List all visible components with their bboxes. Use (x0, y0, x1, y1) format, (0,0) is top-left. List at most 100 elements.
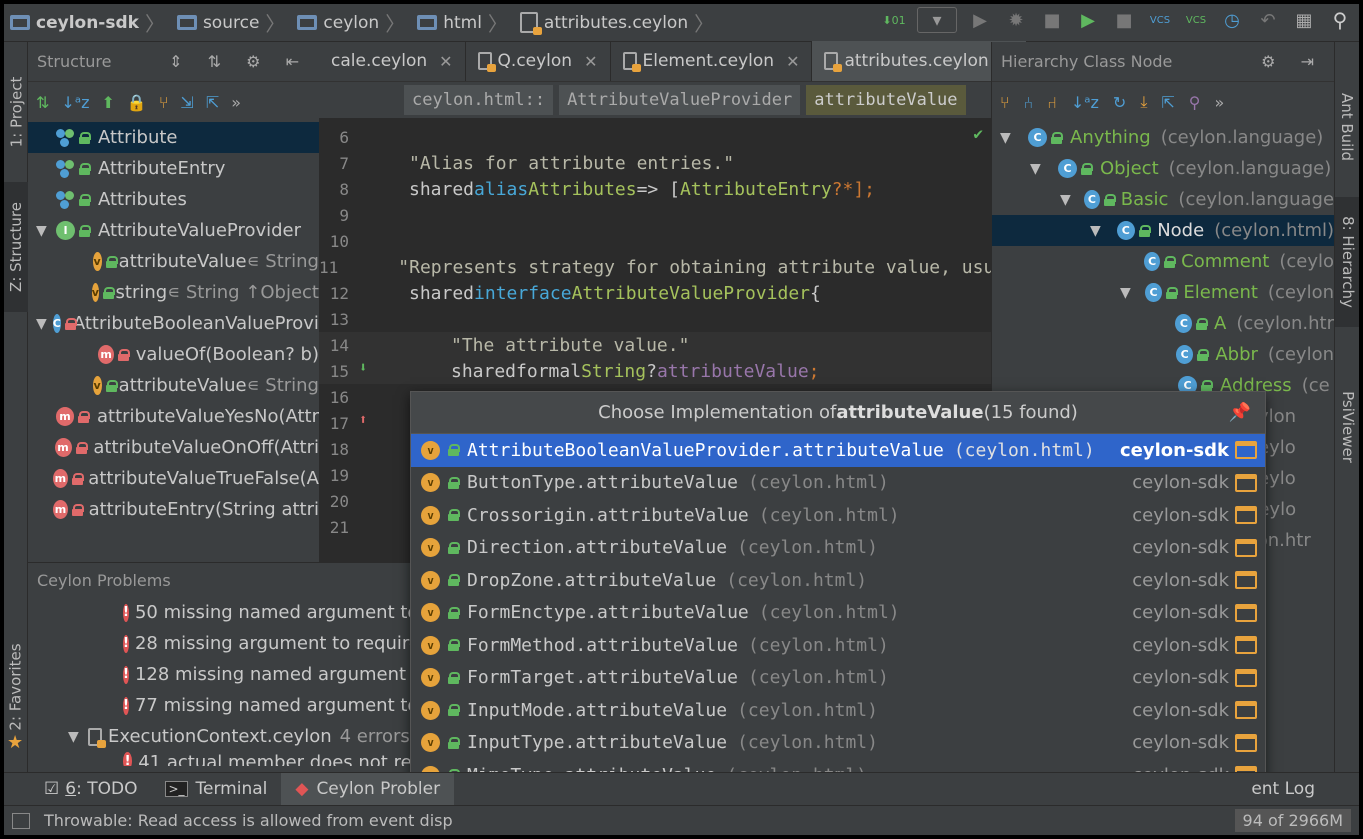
breadcrumb-member[interactable]: attributeValue (806, 85, 966, 115)
crumb-project[interactable]: ceylon-sdk 〉 (10, 8, 171, 37)
problem-item[interactable]: ! 50 missing named argument to (123, 597, 418, 628)
subtypes-icon[interactable]: ⑁ (1047, 93, 1057, 112)
expand-arrow-icon[interactable]: ▼ (36, 316, 47, 332)
structure-node[interactable]: ▼ C AttributeBooleanValueProvider (28, 308, 349, 339)
implemented-gutter-icon[interactable]: ⬇ (359, 360, 367, 376)
structure-node[interactable]: v attributeValue ∊ String (28, 370, 319, 401)
expand-arrow-icon[interactable]: ▼ (1030, 161, 1052, 177)
structure-node[interactable]: ▼ I AttributeValueProvider (28, 215, 319, 246)
structure-node[interactable]: Attributes (28, 184, 319, 215)
implementation-item[interactable]: v DropZone.attributeValue (ceylon.html) cey… (411, 564, 1265, 597)
refresh-icon[interactable]: ↻ (1113, 93, 1126, 112)
problem-file-node[interactable]: ▼ ExecutionContext.ceylon 4 errors (28, 721, 418, 752)
implementation-item[interactable]: v InputType.attributeValue (ceylon.html) ce… (411, 727, 1265, 760)
todo-tool-tab[interactable]: ☑ 6: TODO (4, 773, 151, 806)
structure-node[interactable]: m attributeValueOnOff(Attri (28, 432, 319, 463)
hierarchy-icon[interactable]: ⑂ (159, 93, 169, 112)
vcs-history-icon[interactable]: ◷ (1219, 7, 1245, 33)
expand-arrow-icon[interactable]: ▼ (1060, 192, 1078, 208)
more-icon[interactable]: » (231, 93, 241, 112)
stop-icon[interactable]: ■ (1039, 7, 1065, 33)
favorites-tool-tab[interactable]: 2: Favorites (4, 632, 28, 742)
expand-arrow-icon[interactable]: ▼ (1120, 285, 1139, 301)
problem-item[interactable]: ! 77 missing named argument to (123, 690, 418, 721)
implementation-item[interactable]: v FormEnctype.attributeValue (ceylon.html)… (411, 597, 1265, 630)
structure-node[interactable]: AttributeEntry (28, 153, 319, 184)
implementation-item[interactable]: v AttributeBooleanValueProvider.attribute… (411, 434, 1265, 467)
tab-q[interactable]: Q.ceylon ✕ (466, 41, 611, 81)
implementation-item[interactable]: v FormTarget.attributeValue (ceylon.html) c… (411, 662, 1265, 695)
crumb-ceylon[interactable]: ceylon 〉 (297, 8, 411, 37)
hierarchy-tool-tab[interactable]: 8: Hierarchy (1335, 197, 1359, 327)
hierarchy-node[interactable]: C Abbr (ceylon (992, 339, 1334, 370)
crumb-source[interactable]: source 〉 (176, 8, 291, 37)
close-icon[interactable]: ✕ (439, 52, 452, 71)
vcs-commit-icon[interactable]: VCS (1183, 7, 1209, 33)
panel-settings-icons[interactable]: ⇕ ⇅ ⚙ ⇤ (169, 52, 309, 71)
close-icon[interactable]: ✕ (584, 52, 597, 71)
structure-node[interactable]: m attributeEntry(String attri (28, 494, 319, 525)
project-tool-tab[interactable]: 1: Project (4, 62, 28, 162)
problem-item[interactable]: ! 41 actual member does not ref (28, 752, 418, 766)
expand-arrow-icon[interactable]: ▼ (1000, 130, 1022, 146)
breadcrumb-interface[interactable]: AttributeValueProvider (559, 85, 801, 115)
class-hierarchy-icon[interactable]: ⑂ (1000, 93, 1010, 112)
pin-icon[interactable]: 📌 (1229, 402, 1251, 423)
export-icon[interactable]: ⤓ (1140, 92, 1147, 112)
breadcrumb-module[interactable]: ceylon.html:: (404, 85, 554, 115)
crumb-html[interactable]: html 〉 (417, 8, 514, 37)
structure-node[interactable]: m attributeValueYesNo(Attr (28, 401, 319, 432)
pin-icon[interactable]: ⚲ (1189, 93, 1201, 112)
coverage-icon[interactable]: ▶ (1075, 7, 1101, 33)
crumb-file[interactable]: attributes.ceylon 〉 (519, 8, 720, 37)
expand-arrow-icon[interactable]: ▼ (68, 729, 82, 745)
tab-element[interactable]: Element.ceylon ✕ (611, 41, 813, 81)
structure-node[interactable]: m attributeValueTrueFalse(A (28, 463, 319, 494)
expand-arrow-icon[interactable]: ▼ (36, 223, 50, 239)
sort-alpha-icon[interactable]: ↓ᵃz (1071, 93, 1099, 112)
ceylon-problems-tool-tab[interactable]: ◆ Ceylon Probler (281, 772, 455, 806)
hierarchy-node[interactable]: C A (ceylon.htr (992, 308, 1334, 339)
vcs-update-icon[interactable]: VCS (1147, 7, 1173, 33)
hierarchy-node[interactable]: ▼ C Object (ceylon.language) (992, 153, 1334, 184)
collapse-all-icon[interactable]: ⇱ (206, 93, 219, 112)
expand-arrow-icon[interactable]: ▼ (1090, 223, 1111, 239)
more-icon[interactable]: » (1215, 93, 1225, 112)
hierarchy-node[interactable]: ▼ C Anything (ceylon.language) (992, 122, 1334, 153)
structure-node[interactable]: v string ∊ String ↑Object (28, 277, 319, 308)
ant-build-tool-tab[interactable]: Ant Build (1335, 72, 1359, 182)
hierarchy-node[interactable]: ▼ C Basic (ceylon.language (992, 184, 1334, 215)
overrides-gutter-icon[interactable]: ⬆ (359, 412, 367, 428)
panel-settings-icons[interactable]: ⚙ ⇥ (1261, 52, 1324, 71)
show-fields-icon[interactable]: 🔒 (127, 93, 147, 112)
terminal-tool-tab[interactable]: >_ Terminal (151, 773, 281, 806)
implementation-item[interactable]: v Crossorigin.attributeValue (ceylon.html)… (411, 499, 1265, 532)
problem-item[interactable]: ! 28 missing argument to require (123, 628, 420, 659)
expand-all-icon[interactable]: ⇲ (180, 93, 193, 112)
project-structure-icon[interactable]: ▦ (1291, 7, 1317, 33)
hierarchy-node[interactable]: ▼ C Element (ceylon (992, 277, 1334, 308)
revert-icon[interactable]: ↶ (1255, 7, 1281, 33)
structure-node[interactable]: Attribute (28, 122, 319, 153)
implementation-item[interactable]: v InputMode.attributeValue (ceylon.html) ce… (411, 694, 1265, 727)
collapse-icon[interactable]: ⇱ (1161, 93, 1174, 112)
implementation-item[interactable]: v FormMethod.attributeValue (ceylon.html) c… (411, 629, 1265, 662)
structure-node[interactable]: m valueOf(Boolean? b) (28, 339, 319, 370)
search-icon[interactable]: ⚲ (1327, 7, 1353, 33)
event-log-tool-tab[interactable]: ent Log (1237, 773, 1329, 806)
status-message[interactable]: Throwable: Read access is allowed from e… (44, 811, 453, 830)
hierarchy-node[interactable]: C Comment (ceylo (992, 246, 1334, 277)
toggle-tool-windows-icon[interactable] (12, 812, 30, 829)
memory-indicator[interactable]: 94 of 2966M (1234, 809, 1351, 832)
stop-all-icon[interactable]: ■ (1111, 7, 1137, 33)
run-config-dropdown[interactable]: ▾ (917, 7, 957, 33)
tab-scale[interactable]: cale.ceylon ✕ (319, 41, 466, 81)
run-icon[interactable]: ▶ (967, 7, 993, 33)
hierarchy-node[interactable]: ▼ C Node (ceylon.html) (992, 215, 1334, 246)
show-inherited-icon[interactable]: ⬆ (101, 93, 114, 112)
problem-item[interactable]: ! 128 missing named argument t (123, 659, 419, 690)
close-icon[interactable]: ✕ (786, 52, 799, 71)
sort-alpha-icon[interactable]: ↓ᵃz (61, 93, 89, 112)
implementation-item[interactable]: v ButtonType.attributeValue (ceylon.html) c… (411, 467, 1265, 500)
sort-by-visibility-icon[interactable]: ⇅ (36, 93, 49, 112)
